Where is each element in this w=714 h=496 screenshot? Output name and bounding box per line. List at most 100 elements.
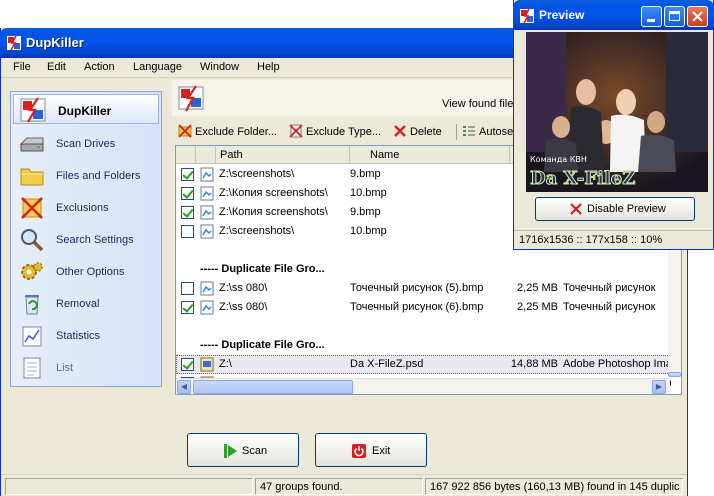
cell-path: Z:\Копия screenshots\ xyxy=(219,187,328,199)
preview-image-info: 1716x1536 :: 177x158 :: 10% xyxy=(519,234,663,246)
header-icon-column[interactable] xyxy=(196,146,216,164)
exclusion-icon xyxy=(21,197,43,219)
row-checkbox[interactable] xyxy=(181,358,194,371)
maximize-icon xyxy=(669,11,680,21)
sidebar-item-search-settings[interactable]: Search Settings xyxy=(15,226,159,254)
table-row[interactable]: Z:\ss 080\ Точечный рисунок (6).bmp 2,25 M… xyxy=(176,298,670,317)
preview-title: Preview xyxy=(539,8,585,22)
sidebar-item-label: Files and Folders xyxy=(56,170,141,182)
sidebar-item-other-options[interactable]: Other Options xyxy=(15,258,159,286)
scan-button-label: Scan xyxy=(242,445,268,457)
cell-path: Z:\screenshots\ xyxy=(219,225,295,237)
bitmap-file-icon xyxy=(200,186,214,201)
table-row[interactable]: Z:\ss 080\ Точечный рисунок (5).bmp 2,25 M… xyxy=(176,279,670,298)
menu-action[interactable]: Action xyxy=(84,61,115,73)
exclude-folder-icon xyxy=(178,124,192,138)
magnifier-icon xyxy=(21,229,44,252)
delete-button[interactable]: Delete xyxy=(393,124,442,138)
cell-name: 10.bmp xyxy=(350,187,387,199)
group-header-row[interactable]: ----- Duplicate File Gro... xyxy=(176,260,670,279)
vertical-scroll-thumb[interactable] xyxy=(668,372,681,377)
status-bytes-found: 167 922 856 bytes (160,13 MB) found in 1… xyxy=(425,478,683,495)
scroll-right-arrow[interactable]: ▶ xyxy=(652,380,666,394)
exclude-folder-button[interactable]: Exclude Folder... xyxy=(178,124,277,138)
chart-icon xyxy=(22,326,42,347)
autoselect-button[interactable]: Autose xyxy=(462,124,513,138)
preview-titlebar[interactable]: Preview xyxy=(513,0,714,30)
cell-name: Точечный рисунок (6).bmp xyxy=(350,301,484,313)
header-name[interactable]: Name xyxy=(350,146,510,164)
dupkiller-logo-icon xyxy=(20,97,46,123)
cell-name: 10.bmp xyxy=(350,225,387,237)
sidebar-item-list[interactable]: List xyxy=(15,354,159,382)
dupkiller-logo-icon xyxy=(178,85,204,112)
menu-window[interactable]: Window xyxy=(200,61,239,73)
cell-name: Точечный рисунок (5).bmp xyxy=(350,282,484,294)
horizontal-scrollbar[interactable]: ◀ ▶ xyxy=(176,378,670,394)
menu-file[interactable]: File xyxy=(13,61,31,73)
cell-path: Z:\ss 080\ xyxy=(219,282,268,294)
horizontal-scroll-thumb[interactable] xyxy=(193,380,353,394)
header-path[interactable]: Path xyxy=(216,146,350,164)
sidebar-item-removal[interactable]: Removal xyxy=(15,290,159,318)
autoselect-label: Autose xyxy=(479,126,514,138)
play-icon xyxy=(224,444,237,458)
dupkiller-app-icon xyxy=(520,8,534,24)
photo-caption: Da X-FileZ xyxy=(530,168,635,189)
cell-name: Da X-FileZ.psd xyxy=(350,358,424,370)
psd-file-icon xyxy=(200,357,214,372)
folder-icon xyxy=(20,168,44,186)
sidebar-header-label: DupKiller xyxy=(58,104,112,118)
sidebar-header[interactable]: DupKiller xyxy=(13,94,159,124)
group-header-row[interactable]: ----- Duplicate File Gro... xyxy=(176,336,670,355)
exit-button[interactable]: Exit xyxy=(315,433,427,467)
window-title: DupKiller xyxy=(26,35,84,50)
sidebar-item-label: Removal xyxy=(56,298,100,310)
row-checkbox[interactable] xyxy=(181,206,194,219)
dupkiller-app-icon xyxy=(7,35,21,51)
sidebar: DupKiller Scan Drives Files and Folders … xyxy=(10,91,162,387)
preview-image: Команда КВН Da X-FileZ xyxy=(526,32,708,192)
scan-button[interactable]: Scan xyxy=(187,433,299,467)
sidebar-item-statistics[interactable]: Statistics xyxy=(15,322,159,350)
menu-edit[interactable]: Edit xyxy=(47,61,66,73)
sidebar-item-label: Search Settings xyxy=(56,234,134,246)
cell-type: Точечный рисунок xyxy=(563,301,656,313)
table-row[interactable]: Z:\ Da X-FileZ.psd 14,88 MB Adobe Photoshop… xyxy=(176,355,671,374)
cell-name: 9.bmp xyxy=(350,168,381,180)
sidebar-item-label: List xyxy=(56,362,74,374)
row-checkbox[interactable] xyxy=(181,168,194,181)
cell-size: 2,25 MB xyxy=(517,282,558,294)
cell-size: 14,88 MB xyxy=(510,358,558,370)
minimize-button[interactable] xyxy=(641,6,662,27)
sidebar-item-scan-drives[interactable]: Scan Drives xyxy=(15,130,159,158)
row-checkbox[interactable] xyxy=(181,301,194,314)
menu-language[interactable]: Language xyxy=(133,61,182,73)
disable-preview-button[interactable]: Disable Preview xyxy=(535,197,695,221)
disable-preview-label: Disable Preview xyxy=(587,203,666,215)
gears-icon xyxy=(21,262,43,280)
exclude-type-icon xyxy=(289,124,303,138)
row-checkbox[interactable] xyxy=(181,187,194,200)
bitmap-file-icon xyxy=(200,167,214,182)
sidebar-item-files-and-folders[interactable]: Files and Folders xyxy=(15,162,159,190)
delete-label: Delete xyxy=(410,126,442,138)
cell-size: 2,25 MB xyxy=(517,301,558,313)
maximize-button[interactable] xyxy=(664,6,685,27)
exclude-type-button[interactable]: Exclude Type... xyxy=(289,124,381,138)
header-check-column[interactable] xyxy=(176,146,196,164)
menu-help[interactable]: Help xyxy=(257,61,280,73)
cell-type: Точечный рисунок xyxy=(563,282,656,294)
scroll-left-arrow[interactable]: ◀ xyxy=(177,380,191,394)
drive-icon xyxy=(19,137,44,152)
cell-path: Z:\ xyxy=(219,358,232,370)
close-button[interactable] xyxy=(687,6,708,27)
preview-photo-graphic: Команда КВН Da X-FileZ xyxy=(526,32,708,192)
row-checkbox[interactable] xyxy=(181,225,194,238)
row-checkbox[interactable] xyxy=(181,282,194,295)
sidebar-item-exclusions[interactable]: Exclusions xyxy=(15,194,159,222)
recycle-icon xyxy=(25,295,39,315)
cell-path: Z:\ss 080\ xyxy=(219,301,268,313)
table-spacer-row xyxy=(176,317,670,336)
exit-button-label: Exit xyxy=(372,445,391,457)
